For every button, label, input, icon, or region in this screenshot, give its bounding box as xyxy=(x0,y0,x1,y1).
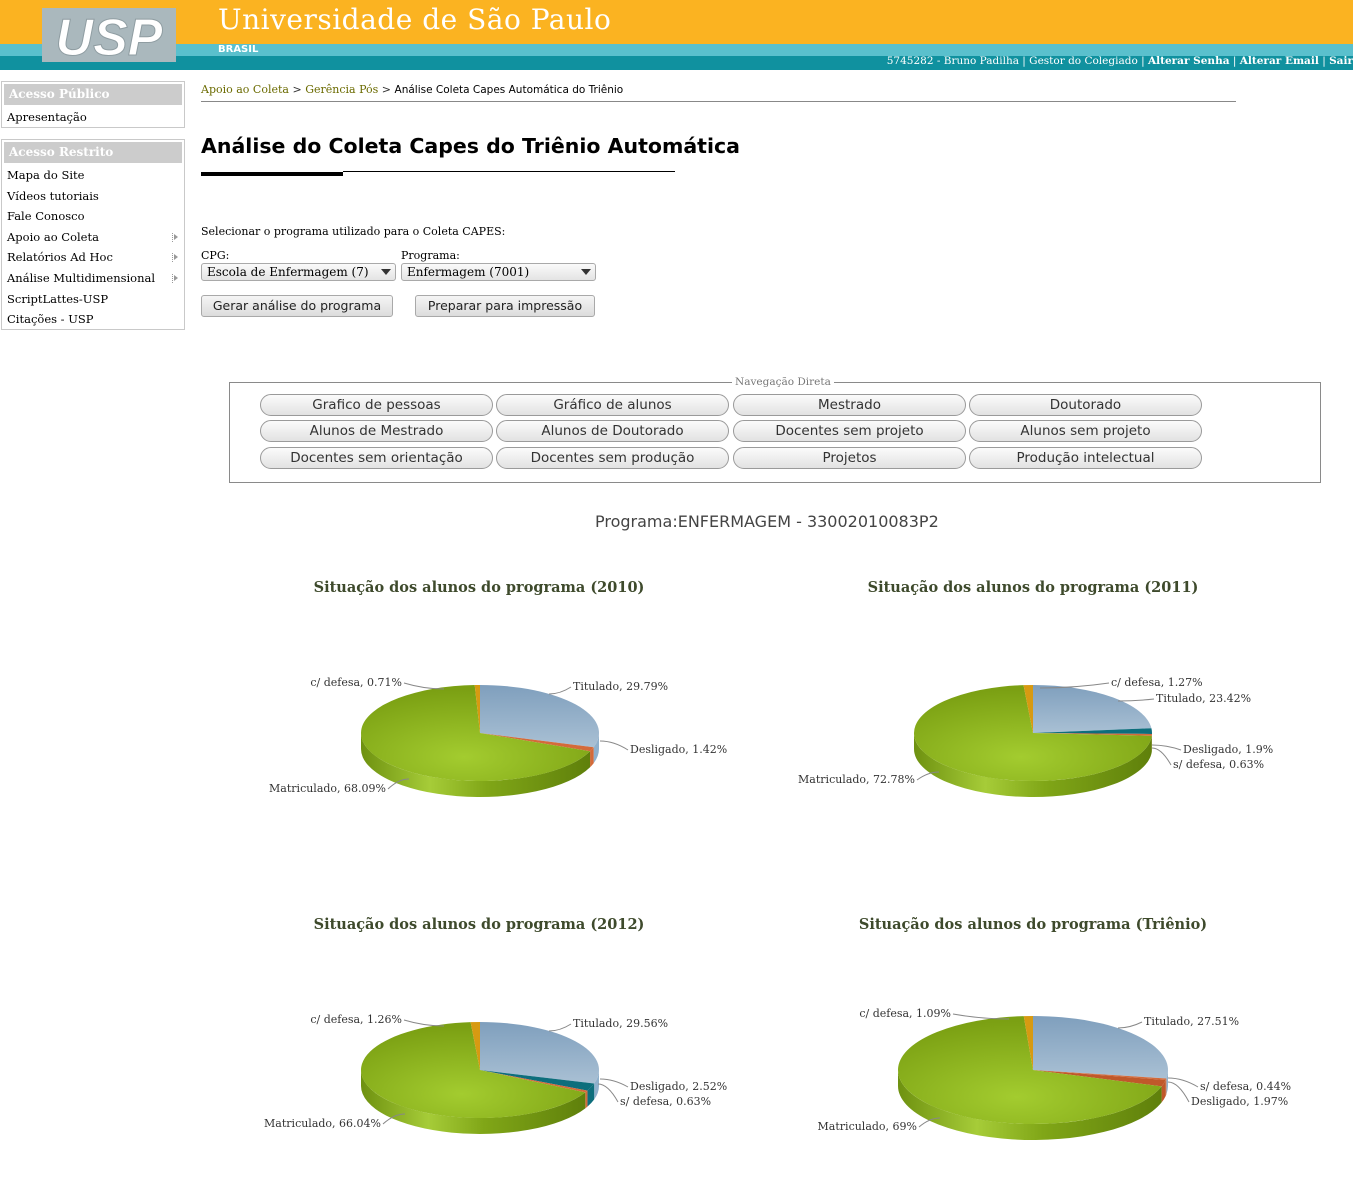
pie-label: c/ defesa, 1.26% xyxy=(310,1013,402,1026)
pie-label: c/ defesa, 0.71% xyxy=(310,676,402,689)
pie-label: Titulado, 29.79% xyxy=(573,680,668,693)
pie-label: Matriculado, 66.04% xyxy=(264,1117,381,1130)
pie-leader-line xyxy=(548,686,572,695)
pie-chart-1: Titulado, 23.42% Desligado, 1.9% s/ defesa… xyxy=(798,676,1273,798)
pie-chart-2: Titulado, 29.56% Desligado, 2.52% s/ defes… xyxy=(264,1013,727,1135)
pie-label: s/ defesa, 0.63% xyxy=(1173,758,1264,771)
pie-chart-0: Titulado, 29.79% Desligado, 1.42% Matricul… xyxy=(269,676,727,798)
pie-label: c/ defesa, 1.27% xyxy=(1111,676,1203,689)
pie-label: c/ defesa, 1.09% xyxy=(859,1007,951,1020)
pie-label: Matriculado, 69% xyxy=(818,1120,917,1133)
pie-leader-line xyxy=(1151,747,1172,766)
pie-label: Titulado, 29.56% xyxy=(573,1017,668,1030)
pie-label: Matriculado, 72.78% xyxy=(798,773,915,786)
pie-charts: Titulado, 29.79% Desligado, 1.42% Matricul… xyxy=(264,676,1291,1140)
pie-leader-line xyxy=(599,740,629,751)
pie-label: Titulado, 27.51% xyxy=(1144,1015,1239,1028)
pie-label: Desligado, 2.52% xyxy=(630,1080,727,1093)
pie-label: Desligado, 1.97% xyxy=(1191,1095,1288,1108)
pie-label: s/ defesa, 0.63% xyxy=(620,1095,711,1108)
pie-label: s/ defesa, 0.44% xyxy=(1200,1080,1291,1093)
pie-leader-line xyxy=(1117,1021,1143,1029)
pie-leader-line xyxy=(1167,1081,1190,1103)
pie-side-3-1 xyxy=(1165,1078,1167,1096)
pie-leader-line xyxy=(1117,698,1155,702)
pie-chart-3: Titulado, 27.51% s/ defesa, 0.44% Desligad… xyxy=(818,1007,1291,1140)
pie-slice-1-0[interactable] xyxy=(1033,685,1152,733)
pie-label: Desligado, 1.42% xyxy=(630,743,727,756)
pie-label: Titulado, 23.42% xyxy=(1156,692,1251,705)
pie-label: Desligado, 1.9% xyxy=(1183,743,1273,756)
pie-leader-line xyxy=(597,1083,619,1103)
pie-leader-line xyxy=(548,1023,572,1032)
pie-side-2-2 xyxy=(585,1090,588,1109)
pie-label: Matriculado, 68.09% xyxy=(269,782,386,795)
